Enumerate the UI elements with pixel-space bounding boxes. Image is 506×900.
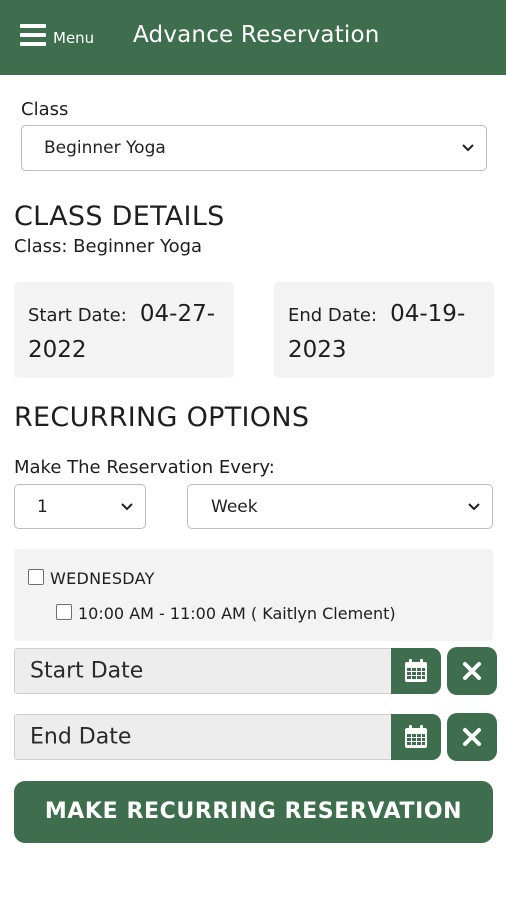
class-select-value: Beginner Yoga [44,138,166,158]
time-slot-label[interactable]: 10:00 AM - 11:00 AM ( Kaitlyn Clement) [78,604,396,623]
menu-label[interactable]: Menu [53,29,94,47]
recurring-options-heading: RECURRING OPTIONS [14,402,310,433]
every-label: Make The Reservation Every: [14,457,275,478]
close-icon [463,728,481,746]
chevron-down-icon [468,502,480,510]
end-date-input[interactable]: End Date [14,714,392,760]
start-date-card: Start Date: 04-27-2022 [14,282,234,378]
end-date-clear-button[interactable] [447,713,497,761]
start-date-calendar-button[interactable] [391,648,441,694]
chevron-down-icon [121,502,133,510]
start-date-placeholder: Start Date [30,658,144,684]
calendar-icon [405,659,427,682]
end-date-placeholder: End Date [30,724,132,750]
end-date-card: End Date: 04-19-2023 [274,282,494,378]
end-date-label: End Date: [288,305,378,326]
time-slot-checkbox[interactable] [56,604,72,620]
interval-count-value: 1 [37,496,48,517]
start-date-clear-button[interactable] [447,647,497,695]
interval-unit-value: Week [211,496,258,517]
class-name-line: Class: Beginner Yoga [14,236,203,257]
class-details-heading: CLASS DETAILS [14,201,225,232]
make-recurring-reservation-button[interactable]: MAKE RECURRING RESERVATION [14,781,493,843]
end-date-calendar-button[interactable] [391,714,441,760]
chevron-down-icon [462,144,474,152]
wednesday-checkbox[interactable] [28,569,44,585]
close-icon [463,662,481,680]
class-field-label: Class [21,99,69,120]
page-title: Advance Reservation [133,22,380,48]
interval-unit-select[interactable]: Week [187,484,493,529]
app-header: Menu Advance Reservation [0,0,506,75]
interval-count-select[interactable]: 1 [14,484,146,529]
calendar-icon [405,725,427,748]
hamburger-icon[interactable] [20,24,46,46]
start-date-input[interactable]: Start Date [14,648,392,694]
day-options-box: WEDNESDAY 10:00 AM - 11:00 AM ( Kaitlyn … [14,549,493,641]
class-select[interactable]: Beginner Yoga [21,125,487,171]
start-date-label: Start Date: [28,305,127,326]
wednesday-label[interactable]: WEDNESDAY [50,569,155,588]
